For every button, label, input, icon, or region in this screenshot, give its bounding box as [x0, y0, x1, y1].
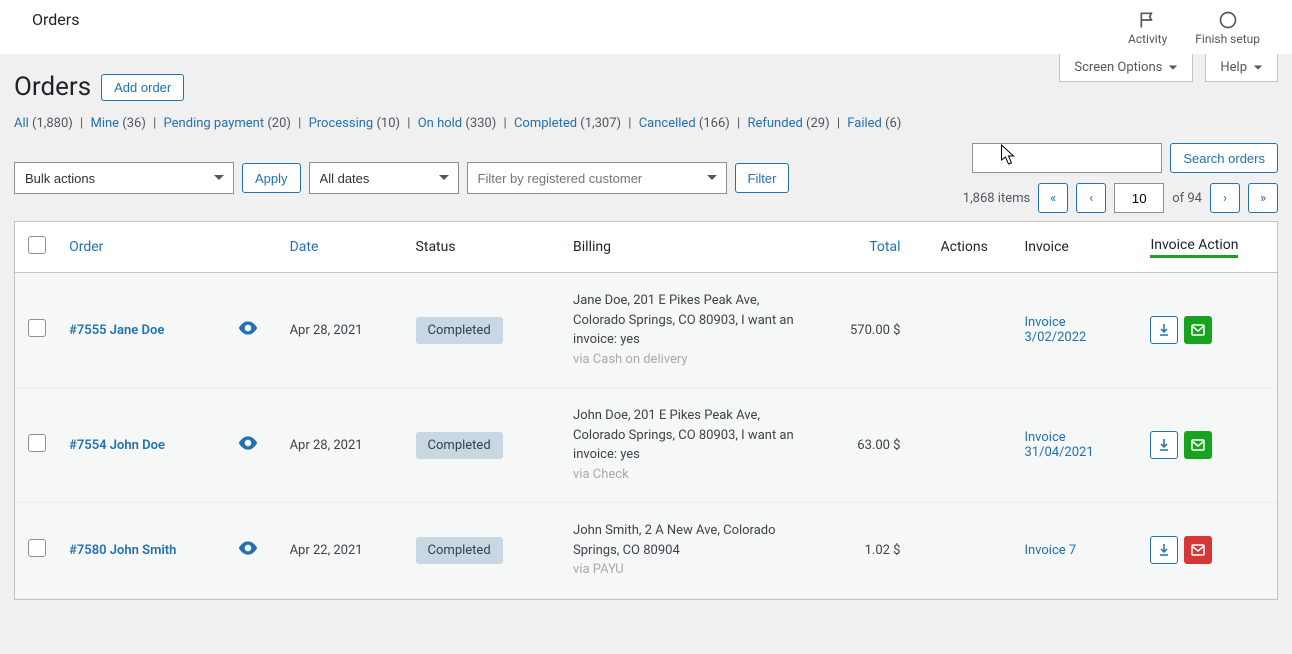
filter-button[interactable]: Filter — [735, 163, 790, 193]
pagination: 1,868 items « ‹ of 94 › » — [963, 183, 1278, 213]
apply-bulk-button[interactable]: Apply — [242, 163, 301, 193]
filter-pending[interactable]: Pending payment — [164, 116, 265, 131]
chevron-down-icon — [1253, 63, 1263, 73]
screen-options-toggle[interactable]: Screen Options — [1059, 54, 1193, 82]
filter-mine[interactable]: Mine — [90, 116, 119, 131]
invoice-cell: Invoice 7 — [1014, 503, 1140, 599]
finish-setup-button[interactable]: Finish setup — [1195, 10, 1260, 46]
page-title: Orders — [14, 72, 91, 102]
billing-cell: John Smith, 2 A New Ave, Colorado Spring… — [563, 503, 815, 599]
order-total: 1.02 $ — [815, 503, 930, 599]
row-checkbox[interactable] — [28, 539, 46, 557]
status-badge: Completed — [416, 432, 503, 459]
search-orders-button[interactable]: Search orders — [1170, 143, 1278, 173]
page-number-input[interactable] — [1114, 183, 1164, 213]
table-row[interactable]: #7555 Jane Doe Apr 28, 2021 Completed Ja… — [15, 273, 1277, 388]
help-toggle[interactable]: Help — [1205, 54, 1278, 82]
order-date: Apr 22, 2021 — [280, 503, 406, 599]
orders-table: Order Date Status Billing Total Actions … — [15, 222, 1277, 599]
filter-all[interactable]: All — [14, 116, 29, 131]
billing-cell: Jane Doe, 201 E Pikes Peak Ave, Colorado… — [563, 273, 815, 388]
order-total: 63.00 $ — [815, 388, 930, 503]
items-count: 1,868 items — [963, 191, 1030, 206]
search-input[interactable] — [972, 143, 1162, 173]
preview-icon[interactable] — [237, 436, 259, 450]
screen-meta-tabs: Screen Options Help — [1059, 54, 1278, 82]
col-status: Status — [406, 222, 563, 273]
circle-icon — [1218, 10, 1238, 30]
invoice-link[interactable]: Invoice3/02/2022 — [1024, 315, 1086, 345]
col-actions: Actions — [930, 222, 1014, 273]
activity-button[interactable]: Activity — [1128, 10, 1167, 46]
filter-refunded[interactable]: Refunded — [747, 116, 802, 131]
order-link[interactable]: #7554 John Doe — [69, 438, 165, 453]
date-filter-select[interactable]: All dates — [309, 162, 459, 194]
top-title: Orders — [32, 10, 79, 29]
preview-icon[interactable] — [237, 541, 259, 555]
page-of-text: of 94 — [1172, 191, 1202, 206]
send-invoice-button[interactable] — [1184, 536, 1212, 564]
download-invoice-button[interactable] — [1150, 536, 1178, 564]
invoice-link[interactable]: Invoice 7 — [1024, 543, 1076, 558]
col-invoice-action: Invoice Action — [1140, 222, 1277, 273]
order-date: Apr 28, 2021 — [280, 388, 406, 503]
prev-page-button[interactable]: ‹ — [1076, 183, 1106, 213]
col-date[interactable]: Date — [290, 239, 319, 255]
select-all-checkbox[interactable] — [28, 236, 46, 254]
flag-icon — [1138, 10, 1158, 30]
invoice-cell: Invoice31/04/2021 — [1014, 388, 1140, 503]
bulk-actions-select[interactable]: Bulk actions — [14, 162, 234, 194]
filter-failed[interactable]: Failed — [847, 116, 882, 131]
activity-label: Activity — [1128, 32, 1167, 46]
order-link[interactable]: #7580 John Smith — [69, 543, 176, 558]
col-total[interactable]: Total — [869, 239, 900, 255]
status-badge: Completed — [416, 537, 503, 564]
last-page-button[interactable]: » — [1248, 183, 1278, 213]
table-row[interactable]: #7554 John Doe Apr 28, 2021 Completed Jo… — [15, 388, 1277, 503]
send-invoice-button[interactable] — [1184, 431, 1212, 459]
customer-filter-select[interactable]: Filter by registered customer — [467, 162, 727, 194]
filter-cancelled[interactable]: Cancelled — [639, 116, 696, 131]
next-page-button[interactable]: › — [1210, 183, 1240, 213]
admin-top-bar: Orders Activity Finish setup — [0, 0, 1292, 54]
order-link[interactable]: #7555 Jane Doe — [69, 323, 164, 338]
status-badge: Completed — [416, 317, 503, 344]
add-order-button[interactable]: Add order — [101, 74, 184, 101]
chevron-down-icon — [1168, 63, 1178, 73]
col-invoice: Invoice — [1014, 222, 1140, 273]
first-page-button[interactable]: « — [1038, 183, 1068, 213]
billing-cell: John Doe, 201 E Pikes Peak Ave, Colorado… — [563, 388, 815, 503]
order-date: Apr 28, 2021 — [280, 273, 406, 388]
download-invoice-button[interactable] — [1150, 431, 1178, 459]
top-right-actions: Activity Finish setup — [1128, 10, 1260, 46]
row-checkbox[interactable] — [28, 434, 46, 452]
send-invoice-button[interactable] — [1184, 316, 1212, 344]
status-filter-links: All (1,880) | Mine (36) | Pending paymen… — [14, 116, 1278, 131]
row-checkbox[interactable] — [28, 319, 46, 337]
filter-onhold[interactable]: On hold — [418, 116, 462, 131]
order-total: 570.00 $ — [815, 273, 930, 388]
preview-icon[interactable] — [237, 321, 259, 335]
col-order[interactable]: Order — [69, 239, 103, 255]
table-row[interactable]: #7580 John Smith Apr 22, 2021 Completed … — [15, 503, 1277, 599]
invoice-link[interactable]: Invoice31/04/2021 — [1024, 430, 1093, 460]
col-billing: Billing — [563, 222, 815, 273]
filter-processing[interactable]: Processing — [309, 116, 374, 131]
main-content: Screen Options Help Orders Add order All… — [0, 54, 1292, 654]
download-invoice-button[interactable] — [1150, 316, 1178, 344]
invoice-cell: Invoice3/02/2022 — [1014, 273, 1140, 388]
filter-completed[interactable]: Completed — [514, 116, 577, 131]
finish-setup-label: Finish setup — [1195, 32, 1260, 46]
